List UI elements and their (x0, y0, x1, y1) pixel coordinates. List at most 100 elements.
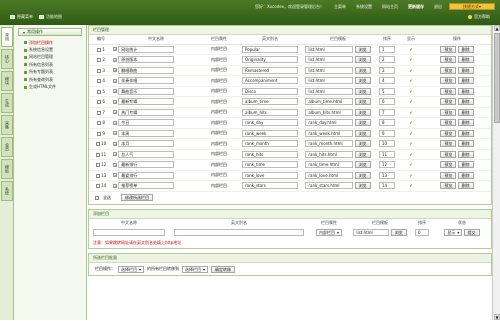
check-icon[interactable]: ✔ (409, 110, 412, 115)
row-tpl-input[interactable]: rank_week.html (305, 129, 354, 137)
add-tpl-input[interactable]: list.html (353, 229, 390, 237)
row-preview-button[interactable]: 预览 (440, 182, 457, 190)
row-browse-button[interactable]: 浏览 (354, 108, 371, 116)
row-tpl-input[interactable]: list.html (305, 45, 354, 53)
row-delete-button[interactable]: 删除 (457, 56, 474, 64)
expand-icon[interactable]: + (113, 89, 117, 94)
row-en-input[interactable]: album_hits (242, 108, 298, 116)
expand-icon[interactable]: + (113, 68, 117, 73)
row-preview-button[interactable]: 预览 (440, 56, 457, 64)
row-sort-input[interactable]: 8 (379, 119, 395, 127)
side-tab-template[interactable]: 模板 (1, 159, 13, 179)
row-en-input[interactable]: Popular (242, 45, 298, 53)
side-tab-core[interactable]: 核心 (1, 49, 13, 69)
row-tpl-input[interactable]: list.html (305, 77, 354, 85)
check-icon[interactable]: ✔ (409, 152, 412, 157)
row-delete-button[interactable]: 删除 (457, 45, 474, 53)
row-cn-input[interactable]: 热门专辑 (118, 108, 175, 116)
menu-item-add-column[interactable]: 添加栏目操作 (24, 39, 86, 46)
quick-access-button[interactable]: 快捷方式 ▾ (449, 3, 495, 10)
row-preview-button[interactable]: 预览 (440, 171, 457, 179)
row-delete-button[interactable]: 删除 (457, 119, 474, 127)
row-delete-button[interactable]: 删除 (457, 182, 474, 190)
row-delete-button[interactable]: 删除 (457, 161, 474, 169)
row-tpl-input[interactable]: rank_day.html (305, 119, 354, 127)
row-delete-button[interactable]: 删除 (457, 77, 474, 85)
row-cn-input[interactable]: 今日 (118, 119, 175, 127)
row-checkbox[interactable] (97, 79, 102, 84)
add-sort-input[interactable]: 0 (415, 229, 429, 237)
row-preview-button[interactable]: 预览 (440, 77, 457, 85)
row-sort-input[interactable]: 6 (379, 98, 395, 106)
nav-logout[interactable]: 退出 (434, 4, 442, 10)
row-cn-input[interactable]: 本月 (118, 140, 175, 148)
row-sort-input[interactable]: 13 (379, 171, 395, 179)
row-delete-button[interactable]: 删除 (457, 129, 474, 137)
check-icon[interactable]: ✔ (409, 89, 412, 94)
row-delete-button[interactable]: 删除 (457, 66, 474, 74)
row-preview-button[interactable]: 预览 (440, 161, 457, 169)
check-icon[interactable]: ✔ (409, 173, 412, 178)
scroll-thumb[interactable] (494, 33, 500, 123)
row-tpl-input[interactable]: list.html (305, 87, 354, 95)
row-tpl-input[interactable]: rank_love.html (305, 171, 354, 179)
row-sort-input[interactable]: 3 (379, 66, 395, 74)
batch-source-select[interactable]: 选择栏目 (118, 265, 145, 273)
row-preview-button[interactable]: 预览 (440, 129, 457, 137)
row-cn-input[interactable]: 网站统计 (118, 45, 175, 53)
row-checkbox[interactable] (95, 152, 100, 157)
menu-item-all-queries[interactable]: 所有查询列表 (24, 76, 86, 83)
row-browse-button[interactable]: 浏览 (354, 182, 371, 190)
row-cn-input[interactable]: 最爱排行 (118, 171, 175, 179)
row-en-input[interactable]: Accompaniment (242, 77, 298, 85)
row-browse-button[interactable]: 浏览 (354, 56, 371, 64)
row-checkbox[interactable] (97, 100, 102, 105)
row-delete-button[interactable]: 删除 (457, 87, 474, 95)
row-en-input[interactable]: rank_week (242, 129, 298, 137)
row-delete-button[interactable]: 删除 (457, 98, 474, 106)
expand-icon[interactable]: + (113, 47, 117, 52)
batch-transfer-button[interactable]: 确定转移 (211, 265, 236, 273)
row-tpl-input[interactable]: rank_month.html (305, 140, 354, 148)
check-icon[interactable]: ✔ (409, 131, 412, 136)
row-en-input[interactable]: rank_stars (242, 182, 298, 190)
side-tab-common[interactable]: 常用 (1, 27, 13, 47)
row-checkbox[interactable] (95, 163, 100, 168)
add-submit-button[interactable]: 提交 (463, 229, 480, 237)
row-cn-input[interactable]: 本周 (118, 129, 175, 137)
row-checkbox[interactable] (97, 121, 102, 126)
row-checkbox[interactable] (97, 68, 102, 73)
row-en-input[interactable]: rank_love (242, 171, 298, 179)
row-browse-button[interactable]: 浏览 (354, 171, 371, 179)
menu-item-column-manage[interactable]: 网站栏目管理 (24, 54, 86, 61)
row-browse-button[interactable]: 浏览 (354, 140, 371, 148)
row-en-input[interactable]: rank_time (242, 161, 298, 169)
row-tpl-input[interactable]: list.html (305, 56, 354, 64)
side-tab-member[interactable]: 会员 (1, 137, 13, 157)
row-delete-button[interactable]: 删除 (457, 171, 474, 179)
expand-icon[interactable]: + (113, 110, 117, 115)
expand-icon[interactable]: + (113, 152, 117, 157)
row-checkbox[interactable] (95, 142, 100, 147)
nav-site-home[interactable]: 网站主页 (382, 4, 398, 10)
row-en-input[interactable]: rank_month (242, 140, 298, 148)
vertical-scrollbar[interactable]: ▲ ▼ (492, 25, 500, 320)
menu-header[interactable]: ▾ 常用操作 (18, 28, 82, 36)
check-icon[interactable]: ✔ (409, 57, 412, 62)
row-preview-button[interactable]: 预览 (440, 98, 457, 106)
expand-icon[interactable]: + (113, 183, 117, 188)
row-checkbox[interactable] (97, 89, 102, 94)
side-tab-generate[interactable]: 生成 (1, 93, 13, 113)
row-delete-button[interactable]: 删除 (457, 150, 474, 158)
row-cn-input[interactable]: 伴奏伴唱 (118, 77, 175, 85)
row-cn-input[interactable]: 原创版本 (118, 56, 175, 64)
add-attr-select[interactable]: 内部栏目 (315, 229, 342, 237)
side-tab-collect[interactable]: 采集 (1, 115, 13, 135)
row-tpl-input[interactable]: rank_stars.html (305, 182, 354, 190)
row-sort-input[interactable]: 10 (379, 140, 395, 148)
row-checkbox[interactable] (97, 110, 102, 115)
row-en-input[interactable]: rank_hits (242, 150, 298, 158)
expand-icon[interactable]: + (113, 173, 117, 178)
row-sort-input[interactable]: 9 (379, 129, 395, 137)
row-browse-button[interactable]: 浏览 (354, 87, 371, 95)
